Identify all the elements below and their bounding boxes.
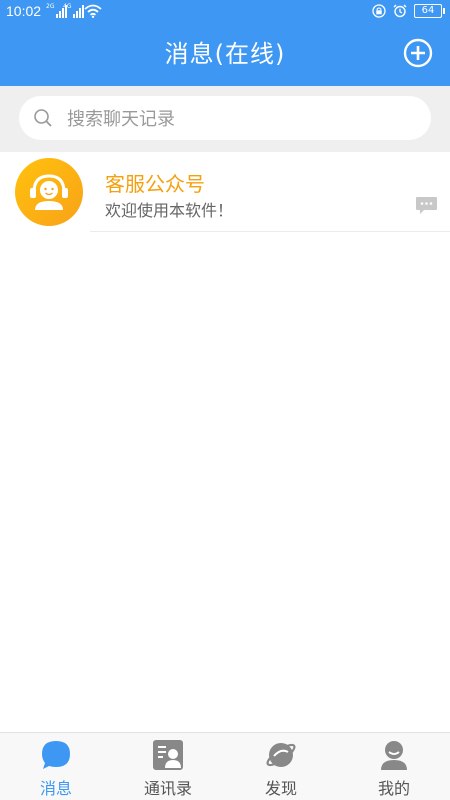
tab-label: 发现 — [264, 779, 297, 798]
tab-profile[interactable]: 我的 — [338, 733, 450, 800]
user-icon — [381, 741, 407, 770]
tab-discover[interactable]: 发现 — [225, 733, 337, 800]
alarm-icon — [393, 4, 407, 18]
search-input[interactable] — [65, 96, 419, 142]
status-bar: 10:02 2G 4G 64 — [0, 0, 450, 24]
page-title: 消息(在线) — [164, 40, 286, 68]
search-box[interactable] — [19, 96, 431, 142]
planet-icon — [266, 743, 296, 767]
add-button[interactable] — [403, 38, 433, 68]
tab-label: 通讯录 — [143, 779, 192, 798]
conversation-preview: 欢迎使用本软件！ — [105, 201, 234, 220]
header: 10:02 2G 4G 64 消息(在线) — [0, 0, 450, 86]
tab-messages[interactable]: 消息 — [0, 733, 112, 800]
battery-icon: 64 — [414, 4, 445, 18]
search-icon — [34, 109, 52, 127]
bottom-nav: 消息 通讯录 发现 我的 — [0, 732, 450, 800]
signal-label-2: 4G — [63, 3, 72, 10]
contacts-icon — [153, 740, 183, 770]
customer-service-icon — [30, 174, 68, 210]
status-right: 64 — [372, 4, 445, 18]
tab-label: 消息 — [39, 779, 72, 798]
conversation-item[interactable]: 客服公众号 欢迎使用本软件！ — [0, 152, 450, 232]
avatar — [15, 158, 83, 226]
search-bar — [0, 86, 450, 152]
wifi-icon — [84, 4, 102, 18]
signal-icon-2: 4G — [63, 3, 85, 18]
screen: 10:02 2G 4G 64 消息(在线) 搜索聊天记录 客服公众号 欢迎使用本… — [0, 0, 450, 800]
tab-label: 我的 — [377, 779, 410, 798]
message-icon — [416, 197, 437, 214]
divider — [90, 231, 450, 232]
signal-label: 2G — [46, 3, 55, 10]
status-time: 10:02 — [6, 3, 42, 19]
chat-bubble-icon — [42, 741, 70, 769]
lock-rotation-icon — [372, 4, 386, 18]
tab-contacts[interactable]: 通讯录 — [112, 733, 224, 800]
conversation-name: 客服公众号 — [105, 172, 205, 196]
